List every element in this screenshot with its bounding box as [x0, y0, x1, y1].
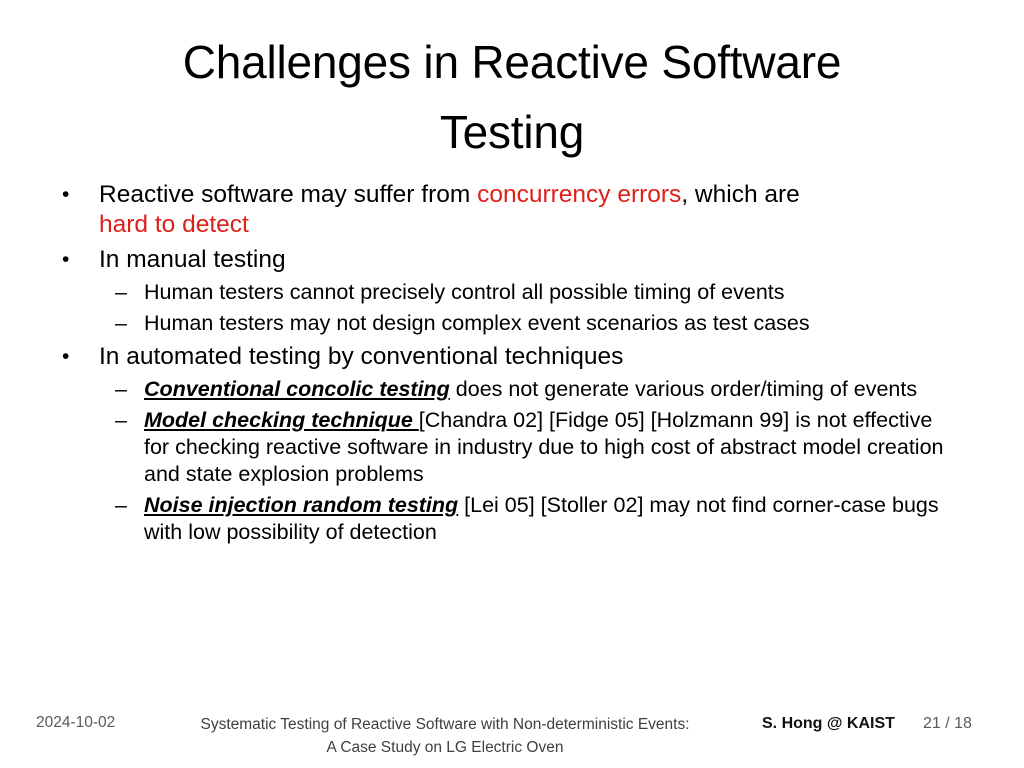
sub-bullet-text: does not generate various order/timing o… [449, 377, 918, 401]
sub-bullet-text: Human testers cannot precisely control a… [144, 280, 785, 304]
dash-marker-icon: – [115, 408, 127, 432]
bullet-item: • Reactive software may suffer from conc… [0, 180, 1024, 240]
sub-bullet-item: – Conventional concolic testing does not… [0, 376, 1024, 403]
bullet-item: • In manual testing [0, 245, 1024, 275]
bullet-text: In automated testing by conventional tec… [99, 343, 624, 370]
page-title-line2: Testing [439, 105, 585, 158]
sub-bullet-item: – Noise injection random testing [Lei 05… [0, 492, 1024, 546]
emphasized-term: Model checking technique [144, 408, 419, 432]
sub-bullet-item: – Human testers cannot precisely control… [0, 279, 1024, 306]
bullet-text: In manual testing [99, 246, 286, 273]
footer-title: Systematic Testing of Reactive Software … [152, 713, 738, 759]
emphasized-term: Conventional concolic testing [144, 377, 450, 401]
bullet-text-highlight-1: concurrency errors [477, 181, 682, 208]
bullet-text-pre: Reactive software may suffer from [99, 181, 478, 208]
page-title: Challenges in Reactive Software Testing [62, 28, 962, 168]
dash-marker-icon: – [115, 280, 127, 304]
bullet-text-mid: , which are [681, 181, 800, 208]
sub-bullet-item: – Model checking technique [Chandra 02] … [0, 407, 1024, 488]
sub-bullet-item: – Human testers may not design complex e… [0, 310, 1024, 337]
sub-bullet-text: Human testers may not design complex eve… [144, 311, 810, 335]
footer-page-number: 21 / 18 [923, 715, 972, 732]
slide-body: • Reactive software may suffer from conc… [0, 180, 1024, 546]
bullet-item: • In automated testing by conventional t… [0, 342, 1024, 372]
footer-title-line1: Systematic Testing of Reactive Software … [200, 716, 690, 733]
slide: Challenges in Reactive Software Testing … [0, 0, 1024, 768]
footer-author: S. Hong @ KAIST [762, 715, 895, 732]
dash-marker-icon: – [115, 311, 127, 335]
emphasized-term: Noise injection random testing [144, 493, 459, 517]
bullet-marker-icon: • [62, 248, 70, 271]
bullet-text-highlight-2: hard to detect [99, 211, 249, 238]
page-title-line1: Challenges in Reactive Software [182, 36, 842, 88]
bullet-marker-icon: • [62, 345, 70, 368]
footer-date: 2024-10-02 [36, 714, 116, 731]
footer-title-line2: A Case Study on LG Electric Oven [326, 739, 564, 756]
slide-footer: 2024-10-02 Systematic Testing of Reactiv… [0, 708, 1024, 768]
dash-marker-icon: – [115, 493, 127, 517]
bullet-marker-icon: • [62, 183, 70, 206]
dash-marker-icon: – [115, 377, 127, 401]
